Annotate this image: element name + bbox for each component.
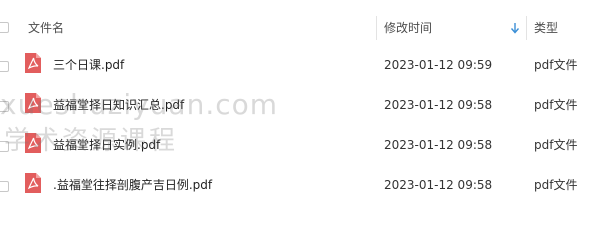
- file-list-header: 文件名 修改时间 类型: [0, 0, 610, 48]
- pdf-file-icon: [25, 93, 41, 113]
- file-modified-time: 2023-01-12 09:58: [384, 98, 493, 112]
- file-type: pdf文件: [534, 58, 578, 72]
- file-modified-time: 2023-01-12 09:58: [384, 178, 493, 192]
- file-name[interactable]: 三个日课.pdf: [53, 57, 124, 73]
- file-row[interactable]: 益福堂择日实例.pdf 2023-01-12 09:58 pdf文件: [0, 126, 610, 166]
- row-checkbox[interactable]: [0, 141, 9, 152]
- column-header-type[interactable]: 类型: [534, 20, 558, 36]
- file-row[interactable]: 益福堂择日知识汇总.pdf 2023-01-12 09:58 pdf文件: [0, 86, 610, 126]
- pdf-file-icon: [25, 53, 41, 73]
- select-all-checkbox[interactable]: [0, 22, 9, 33]
- column-header-modified[interactable]: 修改时间: [384, 20, 432, 36]
- sort-down-arrow-icon[interactable]: [509, 20, 521, 36]
- pdf-file-icon: [25, 173, 41, 193]
- file-row[interactable]: 三个日课.pdf 2023-01-12 09:59 pdf文件: [0, 46, 610, 86]
- file-name[interactable]: 益福堂择日知识汇总.pdf: [53, 97, 184, 113]
- row-checkbox[interactable]: [0, 181, 9, 192]
- column-divider[interactable]: [526, 16, 527, 40]
- file-row[interactable]: .益福堂往择剖腹产吉日例.pdf 2023-01-12 09:58 pdf文件: [0, 166, 610, 206]
- file-type: pdf文件: [534, 138, 578, 152]
- row-checkbox[interactable]: [0, 101, 9, 112]
- column-divider[interactable]: [376, 16, 377, 40]
- file-modified-time: 2023-01-12 09:58: [384, 138, 493, 152]
- row-checkbox[interactable]: [0, 61, 9, 72]
- file-type: pdf文件: [534, 98, 578, 112]
- file-modified-time: 2023-01-12 09:59: [384, 58, 493, 72]
- pdf-file-icon: [25, 133, 41, 153]
- file-type: pdf文件: [534, 178, 578, 192]
- column-header-name[interactable]: 文件名: [28, 20, 64, 36]
- file-name[interactable]: 益福堂择日实例.pdf: [53, 137, 160, 153]
- file-name[interactable]: .益福堂往择剖腹产吉日例.pdf: [53, 177, 212, 193]
